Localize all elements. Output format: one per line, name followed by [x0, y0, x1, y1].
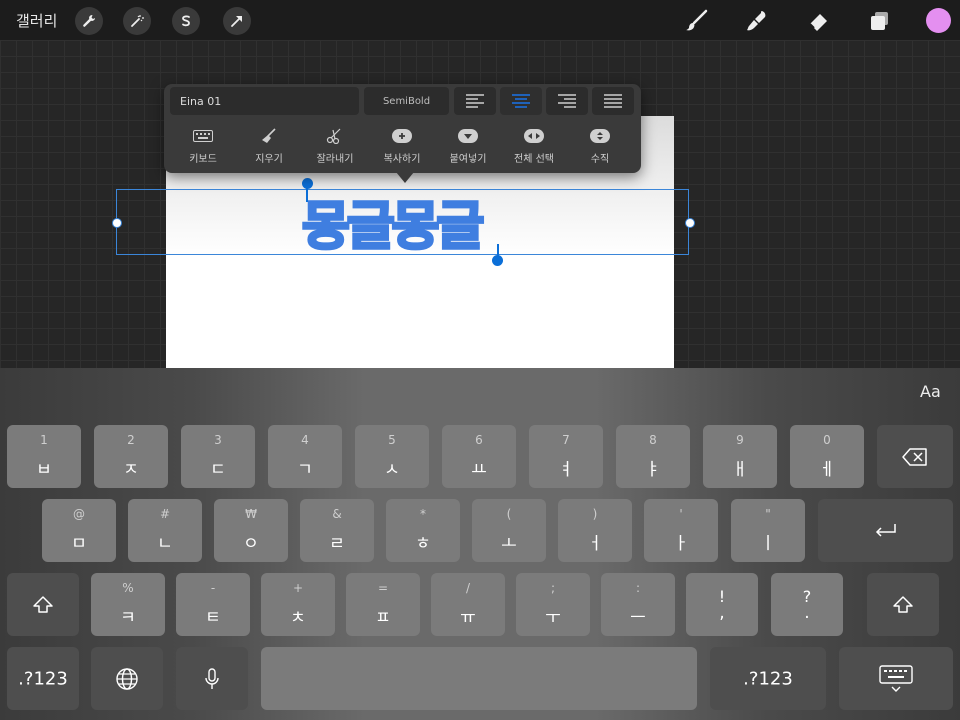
key[interactable]: 1ㅂ	[7, 425, 81, 488]
key[interactable]: 8ㅑ	[616, 425, 690, 488]
align-left-icon	[466, 94, 484, 108]
selection-start-handle[interactable]	[302, 178, 313, 189]
return-key[interactable]	[818, 499, 953, 562]
hide-keyboard-key[interactable]	[839, 647, 953, 710]
broom-icon	[262, 128, 276, 143]
align-right-icon	[558, 94, 576, 108]
key[interactable]: ; ㅜ	[516, 573, 590, 636]
text-box-right-handle[interactable]	[685, 218, 695, 228]
top-toolbar: 갤러리	[0, 0, 960, 40]
popover-arrow	[396, 172, 414, 183]
select-all-icon	[524, 129, 544, 143]
text-format-button[interactable]: Aa	[920, 382, 941, 401]
key[interactable]: -ㅌ	[176, 573, 250, 636]
align-justify-icon	[604, 94, 622, 108]
key[interactable]: % ㅋ	[91, 573, 165, 636]
space-key[interactable]	[261, 647, 697, 710]
color-picker-swatch[interactable]	[926, 8, 951, 33]
shift-key-left[interactable]	[7, 573, 79, 636]
paste-action[interactable]: 붙여넣기	[433, 126, 503, 165]
clear-action[interactable]: 지우기	[234, 126, 304, 165]
align-right-button[interactable]	[546, 87, 588, 115]
shift-icon	[893, 595, 913, 613]
return-icon	[875, 523, 896, 537]
text-box-left-handle[interactable]	[112, 218, 122, 228]
key[interactable]: @ ㅁ	[42, 499, 116, 562]
copy-action[interactable]: 복사하기	[367, 126, 437, 165]
key[interactable]: 6ㅛ	[442, 425, 516, 488]
key[interactable]: ' ㅏ	[644, 499, 718, 562]
key[interactable]: 3ㄷ	[181, 425, 255, 488]
key[interactable]: !,	[686, 573, 758, 636]
vertical-icon	[590, 129, 610, 143]
key[interactable]: # ㄴ	[128, 499, 202, 562]
shift-key-right[interactable]	[867, 573, 939, 636]
key[interactable]: 4ㄱ	[268, 425, 342, 488]
key[interactable]: ?.	[771, 573, 843, 636]
dictation-key[interactable]	[176, 647, 248, 710]
keyboard-dismiss-icon	[879, 664, 913, 692]
key[interactable]: + ㅊ	[261, 573, 335, 636]
keyboard-icon	[193, 130, 213, 142]
key[interactable]: / ㅠ	[431, 573, 505, 636]
key[interactable]: 9ㅐ	[703, 425, 777, 488]
key[interactable]: (ㅗ	[472, 499, 546, 562]
selection-end-handle[interactable]	[492, 255, 503, 266]
select-all-action[interactable]: 전체 선택	[499, 126, 569, 165]
numbers-key-left[interactable]: .?123	[7, 647, 79, 710]
dropdown-icon	[458, 129, 478, 143]
numbers-key-right[interactable]: .?123	[710, 647, 826, 710]
backspace-key[interactable]	[877, 425, 953, 488]
vertical-action[interactable]: 수직	[565, 126, 635, 165]
font-name-field[interactable]: Eina 01	[170, 87, 359, 115]
keyboard-action[interactable]: 키보드	[168, 126, 238, 165]
key[interactable]: ₩ ㅇ	[214, 499, 288, 562]
align-center-icon	[512, 94, 530, 108]
cut-action[interactable]: 잘라내기	[300, 126, 370, 165]
key[interactable]: = ㅍ	[346, 573, 420, 636]
key[interactable]: ) ㅓ	[558, 499, 632, 562]
plus-icon	[392, 129, 412, 143]
align-left-button[interactable]	[454, 87, 496, 115]
transform-arrow-icon[interactable]	[223, 7, 251, 35]
shift-icon	[33, 595, 53, 613]
key[interactable]: :ㅡ	[601, 573, 675, 636]
globe-icon	[116, 667, 138, 690]
scissors-icon	[326, 128, 341, 144]
magic-wand-icon[interactable]	[123, 7, 151, 35]
gallery-button[interactable]: 갤러리	[16, 10, 57, 31]
globe-key[interactable]	[91, 647, 163, 710]
key[interactable]: 7ㅕ	[529, 425, 603, 488]
wrench-icon[interactable]	[75, 7, 103, 35]
backspace-icon	[902, 447, 927, 466]
layers-icon[interactable]	[864, 6, 894, 36]
key[interactable]: & ㄹ	[300, 499, 374, 562]
canvas-text[interactable]: 몽글몽글	[300, 184, 485, 259]
align-center-button[interactable]	[500, 87, 542, 115]
eraser-icon[interactable]	[804, 6, 834, 36]
smudge-icon[interactable]	[742, 6, 772, 36]
key[interactable]: " ㅣ	[731, 499, 805, 562]
key[interactable]: * ㅎ	[386, 499, 460, 562]
brush-icon[interactable]	[682, 6, 712, 36]
key[interactable]: 5ㅅ	[355, 425, 429, 488]
key[interactable]: 0ㅔ	[790, 425, 864, 488]
align-justify-button[interactable]	[592, 87, 634, 115]
selection-s-icon[interactable]	[172, 7, 200, 35]
font-weight-field[interactable]: SemiBold	[364, 87, 449, 115]
microphone-icon	[205, 667, 219, 689]
key[interactable]: 2ㅈ	[94, 425, 168, 488]
